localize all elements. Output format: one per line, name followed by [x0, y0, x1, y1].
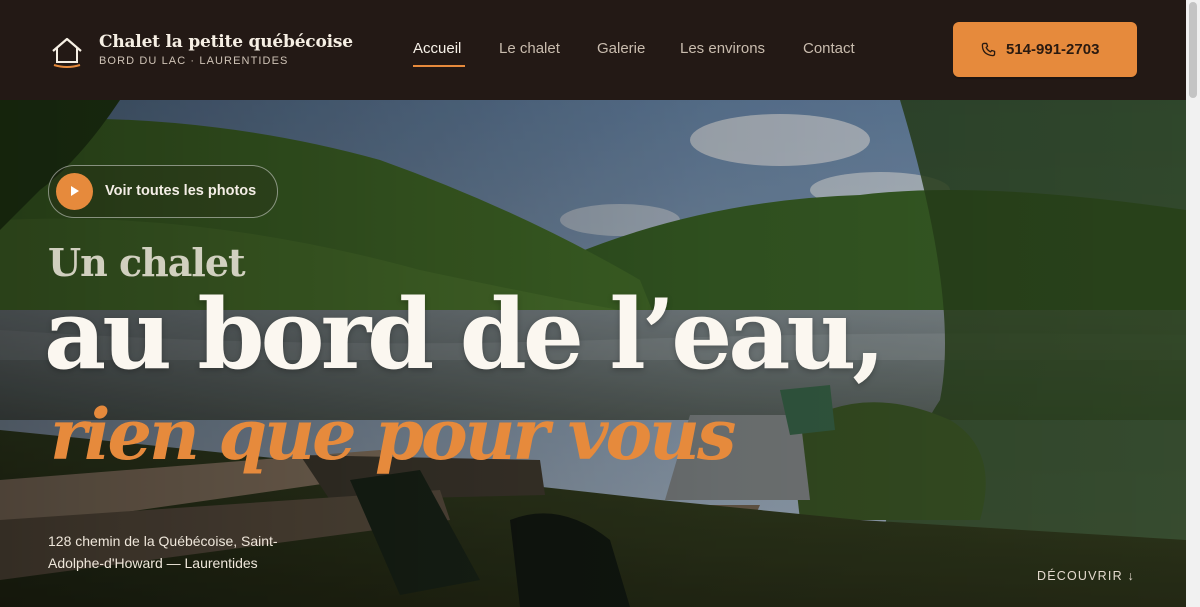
view-all-photos-button[interactable]: Voir toutes les photos [48, 165, 278, 218]
nav-active-underline [413, 65, 465, 67]
site-header: Chalet la petite québécoise BORD DU LAC … [0, 0, 1186, 100]
hero-heading-line3: rien que pour vous [50, 393, 736, 476]
page-scrollbar[interactable] [1186, 0, 1200, 607]
house-icon [52, 37, 82, 68]
nav-item-accueil[interactable]: Accueil [413, 40, 461, 57]
nav-item-les-environs[interactable]: Les environs [680, 40, 765, 57]
phone-icon [981, 42, 996, 57]
call-button[interactable]: 514-991-2703 [953, 22, 1137, 77]
brand-subtitle: BORD DU LAC · LAURENTIDES [99, 55, 289, 67]
nav-item-contact[interactable]: Contact [803, 40, 855, 57]
hero-section: Voir toutes les photos Un chalet au bord… [0, 100, 1186, 607]
nav-item-galerie[interactable]: Galerie [597, 40, 645, 57]
nav-item-le-chalet[interactable]: Le chalet [499, 40, 560, 57]
view-all-photos-label: Voir toutes les photos [105, 183, 257, 199]
hero-address: 128 chemin de la Québécoise, Saint-Adolp… [48, 533, 278, 571]
play-icon [56, 173, 93, 210]
hero-heading-line2: au bord de l’eau, [44, 278, 886, 391]
scrollbar-thumb[interactable] [1189, 2, 1197, 98]
brand-title: Chalet la petite québécoise [99, 32, 353, 52]
discover-link[interactable]: DÉCOUVRIR ↓ [1037, 569, 1135, 583]
call-button-label: 514-991-2703 [1006, 41, 1100, 58]
